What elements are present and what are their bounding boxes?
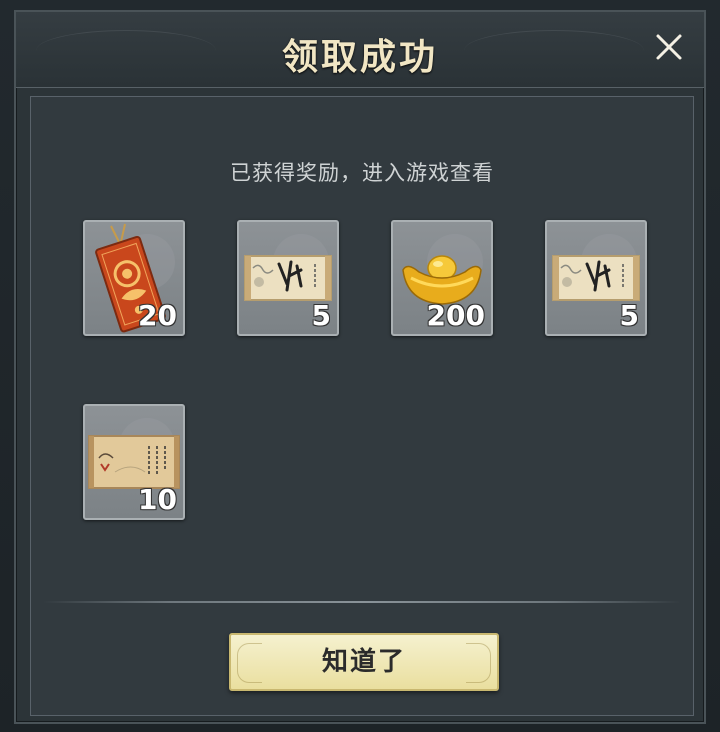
reward-subtitle: 已获得奖励，进入游戏查看	[230, 161, 494, 185]
reward-slot-4[interactable]: 5	[545, 220, 647, 336]
reward-slot-5[interactable]: 10	[83, 404, 185, 520]
reward-count: 20	[138, 299, 177, 332]
reward-dialog: 领取成功 已获得奖励，进入游戏查看 20 5 200 5 10 知道了	[14, 10, 706, 724]
dialog-title: 领取成功	[281, 37, 438, 78]
reward-count: 5	[311, 299, 331, 332]
reward-panel: 已获得奖励，进入游戏查看 20 5 200 5 10 知道了	[30, 96, 694, 716]
dialog-header: 领取成功	[16, 12, 704, 88]
confirm-button[interactable]: 知道了	[229, 633, 499, 691]
reward-count: 200	[426, 299, 485, 332]
reward-count: 5	[619, 299, 639, 332]
close-button[interactable]	[652, 30, 686, 64]
reward-count: 10	[138, 483, 177, 516]
reward-slot-2[interactable]: 5	[237, 220, 339, 336]
reward-slot-3[interactable]: 200	[391, 220, 493, 336]
reward-slot-1[interactable]: 20	[83, 220, 185, 336]
divider	[43, 601, 681, 603]
close-icon	[656, 34, 682, 60]
